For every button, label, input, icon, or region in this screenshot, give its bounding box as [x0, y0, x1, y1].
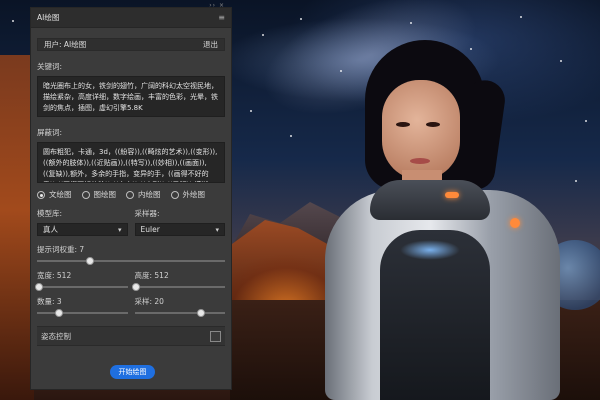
negative-label: 屏蔽词: — [37, 128, 63, 137]
user-label: 用户: AI绘图 — [44, 40, 87, 49]
chevron-down-icon: ▾ — [215, 225, 219, 234]
steps-label: 采样: 20 — [134, 297, 164, 306]
radio-dot[interactable] — [81, 190, 90, 199]
height-track[interactable] — [132, 283, 225, 291]
width-label: 宽度: 512 — [37, 271, 72, 280]
star — [250, 110, 252, 112]
prompt-weight-slider-block: 提示词权重: 7 — [37, 244, 225, 265]
pose-label: 姿态控制 — [41, 331, 71, 341]
lips — [410, 158, 430, 164]
model-label: 模型库: — [37, 209, 63, 218]
pose-control-row: 姿态控制 — [37, 326, 225, 346]
armor-collar — [370, 180, 490, 220]
count-steps-row: 数量: 3 采样: 20 — [37, 296, 225, 317]
prompt-weight-track[interactable] — [37, 257, 225, 265]
radio-label: 文绘图 — [49, 190, 72, 199]
steps-track[interactable] — [134, 309, 225, 317]
pose-checkbox[interactable] — [210, 330, 221, 342]
right-eye — [426, 122, 440, 127]
armored-woman-figure — [310, 40, 570, 400]
mode-radio-group: 文绘图 图绘图 内绘图 外绘图 — [37, 189, 225, 200]
start-drawing-button[interactable]: 开始绘图 — [110, 365, 155, 379]
menu-icon[interactable]: ≡ — [218, 13, 225, 22]
height-thumb[interactable] — [132, 283, 141, 291]
sampler-label: 采样器: — [134, 209, 160, 218]
model-value: 真人 — [43, 225, 58, 234]
keywords-label: 关键词: — [37, 62, 63, 71]
radio-label: 图绘图 — [93, 190, 117, 199]
model-sampler-row: 模型库: 真人 ▾ 采样器: Euler ▾ — [37, 208, 225, 236]
left-eye — [396, 122, 410, 127]
radio-label: 内绘图 — [138, 190, 161, 199]
prompt-weight-thumb[interactable] — [85, 257, 94, 265]
radio-outpaint[interactable]: 外绘图 — [170, 189, 206, 200]
height-label: 高度: 512 — [134, 271, 169, 280]
count-thumb[interactable] — [54, 309, 63, 317]
chevron-down-icon: ▾ — [117, 225, 122, 234]
star — [575, 180, 577, 182]
count-label: 数量: 3 — [37, 297, 62, 306]
star — [520, 16, 522, 18]
chest-light — [400, 240, 460, 260]
left-rock — [0, 55, 34, 400]
face — [382, 80, 460, 180]
star — [12, 20, 14, 22]
model-select[interactable]: 真人 ▾ — [37, 223, 128, 236]
radio-text-to-image[interactable]: 文绘图 — [37, 189, 72, 200]
radio-image-to-image[interactable]: 图绘图 — [81, 189, 117, 200]
panel-collapse-marks[interactable]: ›› × — [209, 2, 225, 9]
panel-titlebar[interactable]: AI绘图 ≡ — [31, 8, 231, 28]
count-track[interactable] — [37, 309, 128, 317]
radio-dot[interactable] — [126, 190, 134, 199]
shoulder-light — [510, 218, 520, 228]
negative-textarea[interactable]: 圆布粗犯，卡通，3d，((紛容)),((畸炫的艺术)),((变形)),((额外的… — [37, 142, 225, 183]
size-row: 宽度: 512 高度: 512 — [34, 270, 225, 291]
sampler-select[interactable]: Euler ▾ — [134, 223, 225, 236]
collar-light — [445, 192, 459, 198]
logout-button[interactable]: 退出 — [203, 39, 218, 50]
panel-title: AI绘图 — [37, 13, 60, 22]
width-track[interactable] — [34, 283, 128, 291]
prompt-weight-label: 提示词权重: 7 — [37, 245, 85, 254]
star — [290, 135, 292, 137]
star — [585, 120, 587, 122]
sampler-value: Euler — [140, 225, 160, 234]
star — [410, 22, 412, 24]
width-thumb[interactable] — [34, 283, 43, 291]
user-bar: 用户: AI绘图 退出 — [37, 38, 225, 51]
ai-drawing-panel: ›› × AI绘图 ≡ 用户: AI绘图 退出 关键词: 暗光圈布上的女，铁剑的… — [30, 2, 232, 390]
radio-label: 外绘图 — [182, 190, 206, 199]
steps-thumb[interactable] — [197, 309, 206, 317]
radio-inpaint[interactable]: 内绘图 — [126, 189, 161, 200]
radio-dot[interactable] — [37, 190, 45, 199]
star — [262, 34, 264, 36]
keywords-textarea[interactable]: 暗光圈布上的女，铁剑的翅竹，广阔的科幻太空视民地，描绘紧杂，高度详细，数字绘画，… — [37, 76, 225, 117]
star — [300, 18, 302, 20]
radio-dot[interactable] — [170, 190, 179, 199]
